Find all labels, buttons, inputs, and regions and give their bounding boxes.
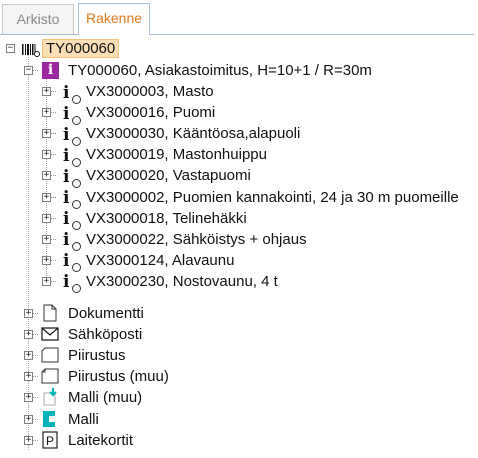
tab-arkisto[interactable]: Arkisto (2, 4, 74, 34)
tree-node-label[interactable]: VX3000230, Nostovaunu, 4 t (86, 271, 278, 292)
tree-node-label[interactable]: Malli (68, 409, 99, 430)
document-icon (43, 304, 57, 322)
expand-toggle[interactable]: + (42, 234, 51, 244)
tree-node-folder[interactable]: + Malli (muu) (0, 387, 478, 408)
tree-node-component[interactable]: + i VX3000016, Puomi (0, 102, 478, 125)
tree-node-component[interactable]: + i VX3000003, Masto (0, 81, 478, 104)
info-document-icon: i (62, 146, 81, 167)
tree-node-component[interactable]: + i VX3000030, Kääntöosa,alapuoli (0, 123, 478, 146)
tree-node-label[interactable]: VX3000020, Vastapuomi (86, 165, 251, 186)
info-document-icon: i (62, 104, 81, 125)
tree-node-label[interactable]: Laitekortit (68, 430, 133, 451)
tree-node-object[interactable]: − i TY000060, Asiakastoimitus, H=10+1 / … (0, 60, 478, 81)
tree-node-component[interactable]: + i VX3000020, Vastapuomi (0, 165, 478, 188)
drawing-icon (41, 347, 59, 363)
expand-toggle[interactable]: + (42, 150, 51, 160)
tab-bar: Arkisto Rakenne (0, 0, 478, 36)
tree-node-component[interactable]: + i VX3000230, Nostovaunu, 4 t (0, 271, 478, 294)
tree-node-label[interactable]: VX3000022, Sähköistys + ohjaus (86, 229, 307, 250)
tree-node-label[interactable]: VX3000002, Puomien kannakointi, 24 ja 30… (86, 187, 459, 208)
tree-node-label[interactable]: Dokumentti (68, 303, 144, 324)
info-document-icon: i (62, 272, 81, 294)
tree-node-folder[interactable]: + Dokumentti (0, 303, 478, 324)
tab-rakenne[interactable]: Rakenne (78, 3, 150, 35)
model-icon (43, 410, 55, 427)
tree-node-label[interactable]: VX3000019, Mastonhuippu (86, 144, 267, 165)
expand-toggle[interactable]: + (42, 192, 51, 202)
tree-node-label[interactable]: VX3000030, Kääntöosa,alapuoli (86, 123, 300, 144)
envelope-icon (41, 327, 59, 341)
expand-toggle[interactable]: + (24, 330, 33, 340)
barcode-icon (22, 44, 40, 57)
expand-toggle[interactable]: + (24, 372, 33, 382)
tree-node-component[interactable]: + i VX3000022, Sähköistys + ohjaus (0, 229, 478, 252)
model-other-icon (43, 388, 57, 406)
expand-toggle[interactable]: + (24, 309, 33, 318)
tree-node-label[interactable]: Piirustus (68, 345, 126, 366)
collapse-toggle[interactable]: − (24, 66, 33, 75)
tree-node-label[interactable]: TY000060, Asiakastoimitus, H=10+1 / R=30… (68, 60, 372, 81)
drawing-other-icon (41, 368, 59, 384)
expand-toggle[interactable]: + (42, 108, 51, 118)
tree-node-root[interactable]: − TY000060 (0, 38, 478, 59)
tree-node-label[interactable]: VX3000003, Masto (86, 81, 214, 102)
expand-toggle[interactable]: + (42, 171, 51, 181)
tree-node-folder[interactable]: + P Laitekortit (0, 430, 478, 451)
expand-toggle[interactable]: + (42, 255, 51, 265)
tree-node-component[interactable]: + i VX3000018, Telinehäkki (0, 208, 478, 231)
expand-toggle[interactable]: + (24, 393, 33, 403)
tree-node-label[interactable]: VX3000018, Telinehäkki (86, 208, 247, 229)
tree-node-label[interactable]: Sähköposti (68, 324, 142, 345)
tree-node-label[interactable]: TY000060 (42, 39, 120, 58)
expand-toggle[interactable]: + (42, 129, 51, 139)
tree-node-folder[interactable]: + Malli (0, 409, 478, 430)
device-card-icon: P (42, 430, 58, 449)
info-document-icon: i (62, 209, 81, 231)
expand-toggle[interactable]: + (42, 213, 51, 223)
expand-toggle[interactable]: + (42, 87, 51, 96)
tree-node-label[interactable]: VX3000016, Puomi (86, 102, 215, 123)
tab-divider (0, 34, 474, 35)
tree-node-folder[interactable]: + Piirustus (0, 345, 478, 366)
info-document-icon: i (62, 188, 81, 209)
expand-toggle[interactable]: + (24, 351, 33, 361)
info-document-icon: i (62, 167, 81, 188)
expand-toggle[interactable]: + (24, 435, 33, 445)
tree-node-component[interactable]: + i VX3000124, Alavaunu (0, 250, 478, 273)
tree-node-component[interactable]: + i VX3000002, Puomien kannakointi, 24 j… (0, 187, 478, 209)
tree-node-folder[interactable]: + Sähköposti (0, 324, 478, 345)
purple-info-icon: i (42, 62, 59, 79)
svg-text:P: P (46, 434, 54, 448)
tree-node-label[interactable]: VX3000124, Alavaunu (86, 250, 234, 271)
info-document-icon: i (62, 230, 81, 252)
collapse-toggle[interactable]: − (6, 44, 15, 53)
tree-node-folder[interactable]: + Piirustus (muu) (0, 366, 478, 387)
info-document-icon: i (62, 251, 81, 273)
expand-toggle[interactable]: + (42, 276, 51, 286)
tree-node-label[interactable]: Piirustus (muu) (68, 366, 169, 387)
expand-toggle[interactable]: + (24, 414, 33, 424)
tree-node-label[interactable]: Malli (muu) (68, 387, 142, 408)
tree-node-component[interactable]: + i VX3000019, Mastonhuippu (0, 144, 478, 167)
info-document-icon: i (62, 83, 81, 104)
info-document-icon: i (62, 125, 81, 146)
